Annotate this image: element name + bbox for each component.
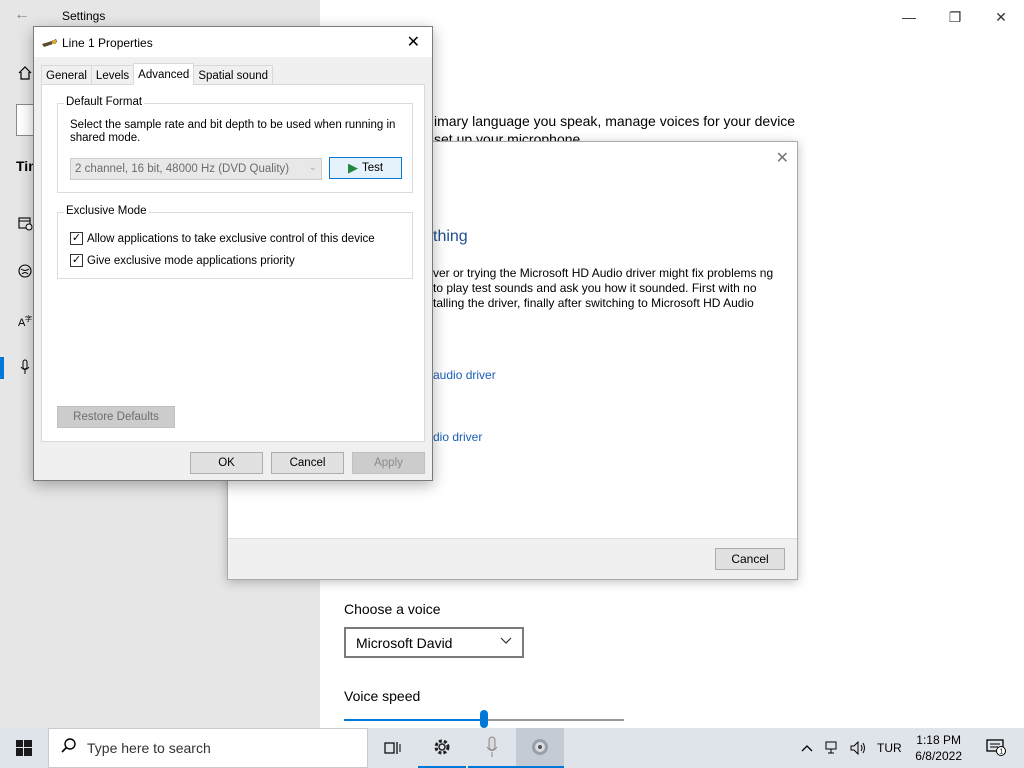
troubleshooter-footer: Cancel — [228, 538, 797, 579]
exclusive-mode-group: Exclusive Mode ✓ Allow applications to t… — [57, 205, 413, 279]
home-icon[interactable] — [16, 64, 34, 82]
speaker-icon[interactable] — [516, 728, 564, 768]
troubleshooter-link-1[interactable]: audio driver — [433, 368, 496, 382]
troubleshooter-cancel-button[interactable]: Cancel — [715, 548, 785, 570]
close-button[interactable]: ✕ — [978, 6, 1024, 28]
sidebar-selection-indicator — [0, 357, 4, 379]
restore-defaults-button[interactable]: Restore Defaults — [57, 406, 175, 428]
checkbox-checked-icon[interactable]: ✓ — [70, 232, 83, 245]
search-icon — [61, 738, 77, 758]
line-in-jack-icon — [42, 37, 58, 47]
microphone-icon[interactable] — [468, 728, 516, 768]
tab-advanced[interactable]: Advanced — [133, 63, 195, 85]
properties-titlebar: Line 1 Properties ✕ — [34, 27, 432, 57]
search-placeholder: Type here to search — [87, 740, 211, 756]
tab-levels[interactable]: Levels — [90, 65, 135, 85]
start-button[interactable] — [0, 728, 48, 768]
test-button-label: Test — [361, 162, 384, 174]
line1-properties-dialog: Line 1 Properties ✕ General Levels Advan… — [33, 26, 433, 481]
tab-spatial-sound[interactable]: Spatial sound — [193, 65, 274, 85]
ok-button[interactable]: OK — [190, 452, 263, 474]
settings-window-title: Settings — [62, 9, 106, 23]
voice-speed-label: Voice speed — [344, 688, 421, 704]
windows-logo-icon — [16, 740, 32, 756]
notifications-icon[interactable]: 1 — [986, 738, 1006, 760]
region-icon[interactable] — [16, 262, 34, 280]
clock[interactable]: 1:18 PM 6/8/2022 — [915, 732, 962, 764]
default-format-dropdown: 2 channel, 16 bit, 48000 Hz (DVD Quality… — [70, 158, 322, 180]
choose-voice-label: Choose a voice — [344, 601, 441, 617]
advanced-tab-panel: Default Format Select the sample rate an… — [41, 84, 425, 442]
properties-close-button[interactable]: ✕ — [407, 32, 420, 52]
language-indicator[interactable]: TUR — [877, 728, 902, 768]
clock-date: 6/8/2022 — [915, 749, 962, 763]
maximize-button[interactable]: ❐ — [932, 6, 978, 28]
voice-speed-slider-fill — [344, 719, 484, 721]
troubleshooter-link-2[interactable]: dio driver — [433, 430, 482, 444]
svg-text:字: 字 — [25, 314, 32, 323]
default-format-group: Default Format Select the sample rate an… — [57, 96, 413, 193]
cancel-button[interactable]: Cancel — [271, 452, 344, 474]
notification-count: 1 — [999, 749, 1003, 756]
network-icon[interactable] — [825, 728, 841, 768]
default-format-group-label: Default Format — [64, 96, 145, 108]
tab-general[interactable]: General — [41, 65, 92, 85]
allow-exclusive-control-label: Allow applications to take exclusive con… — [87, 232, 375, 245]
test-button[interactable]: ▶ Test — [329, 157, 402, 179]
voice-speed-slider-thumb[interactable] — [480, 710, 488, 728]
minimize-button[interactable]: — — [886, 6, 932, 28]
exclusive-priority-checkbox[interactable]: ✓ Give exclusive mode applications prior… — [70, 254, 295, 267]
allow-exclusive-control-checkbox[interactable]: ✓ Allow applications to take exclusive c… — [70, 232, 375, 245]
clock-time: 1:18 PM — [916, 733, 961, 747]
task-view-icon[interactable] — [368, 728, 416, 768]
troubleshooter-description: ver or trying the Microsoft HD Audio dri… — [433, 266, 774, 310]
settings-gear-icon[interactable] — [418, 728, 466, 768]
properties-tabs: General Levels Advanced Spatial sound — [41, 63, 274, 85]
taskbar: Type here to search TUR 1:18 PM 6/8/2022… — [0, 728, 1024, 768]
back-arrow-icon[interactable]: ← — [14, 6, 30, 24]
speech-microphone-icon[interactable] — [16, 358, 34, 376]
volume-icon[interactable] — [850, 728, 868, 768]
speech-intro-text: imary language you speak, manage voices … — [434, 113, 796, 129]
chevron-down-icon: ⌄ — [308, 162, 317, 173]
show-hidden-icons[interactable] — [800, 728, 814, 768]
date-time-icon[interactable] — [16, 214, 34, 232]
exclusive-mode-group-label: Exclusive Mode — [64, 205, 149, 217]
default-format-description: Select the sample rate and bit depth to … — [70, 119, 396, 144]
checkbox-checked-icon[interactable]: ✓ — [70, 254, 83, 267]
voice-dropdown-value: Microsoft David — [356, 634, 453, 651]
voice-dropdown[interactable]: Microsoft David — [344, 627, 524, 658]
troubleshooter-close-button[interactable]: ✕ — [776, 148, 789, 168]
chevron-down-icon — [500, 634, 512, 649]
default-format-value: 2 channel, 16 bit, 48000 Hz (DVD Quality… — [75, 163, 290, 175]
apply-button[interactable]: Apply — [352, 452, 425, 474]
taskbar-search-box[interactable]: Type here to search — [48, 728, 368, 768]
properties-title: Line 1 Properties — [62, 36, 153, 50]
language-icon[interactable]: A字 — [16, 312, 34, 330]
exclusive-priority-label: Give exclusive mode applications priorit… — [87, 254, 295, 267]
play-icon: ▶ — [347, 160, 358, 175]
troubleshooter-heading: thing — [433, 228, 468, 245]
